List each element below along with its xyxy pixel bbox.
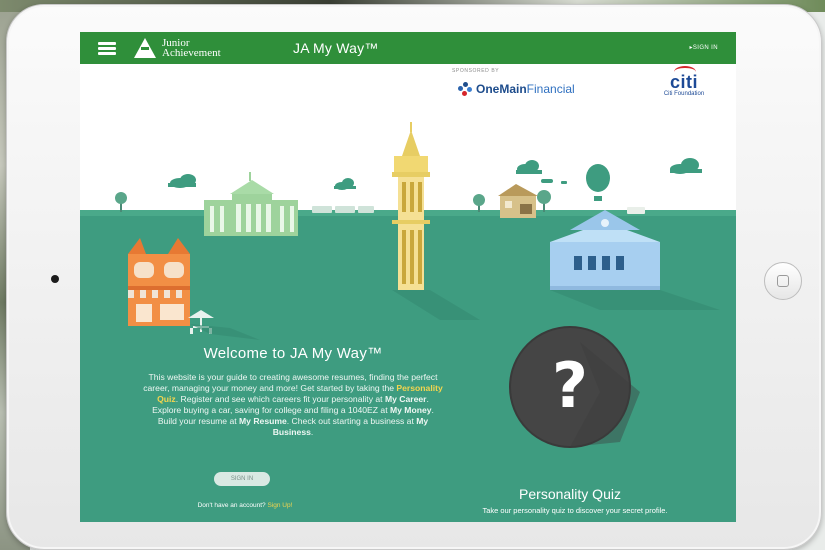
courthouse-building-icon	[204, 172, 298, 236]
town-illustration	[80, 122, 736, 522]
cloud-icon	[168, 174, 196, 188]
cloud-icon	[561, 181, 567, 184]
tree-icon	[115, 192, 127, 212]
my-resume-link[interactable]: My Resume	[239, 416, 287, 426]
cloud-icon	[670, 158, 702, 174]
top-navigation-bar: Junior Achievement JA My Way™ ▸SIGN IN	[80, 32, 736, 64]
tablet-screen: ? Junior Achievement JA My Way™ ▸SIGN IN…	[80, 32, 736, 522]
hamburger-menu-icon[interactable]	[98, 42, 116, 55]
tree-icon	[473, 194, 485, 212]
hot-air-balloon-icon	[586, 164, 610, 201]
app-title: JA My Way™	[293, 40, 379, 56]
my-career-link[interactable]: My Career	[385, 394, 427, 404]
citi-foundation-logo[interactable]: citi Citi Foundation	[649, 66, 719, 97]
welcome-description: This website is your guide to creating a…	[143, 372, 443, 437]
quiz-question-mark[interactable]: ?	[538, 354, 602, 418]
sign-up-prompt: Don't have an account? Sign Up!	[197, 502, 293, 509]
cloud-icon	[334, 178, 356, 190]
junior-achievement-logo[interactable]: Junior Achievement	[134, 36, 221, 60]
sponsored-by-label: SPONSORED BY	[452, 68, 500, 74]
onemain-financial-logo[interactable]: OneMain Financial	[458, 82, 575, 96]
train-icon	[312, 206, 374, 213]
onemain-logo-icon	[458, 82, 472, 96]
sign-up-link[interactable]: Sign Up!	[267, 502, 292, 509]
citi-arc-icon	[673, 66, 696, 78]
welcome-section: Welcome to JA My Way™ This website is yo…	[98, 345, 488, 438]
my-money-link[interactable]: My Money	[390, 405, 432, 415]
onemain-text: OneMain	[476, 82, 527, 96]
cloud-icon	[516, 160, 542, 174]
logo-text-line2: Achievement	[162, 47, 221, 59]
house-icon	[498, 184, 538, 218]
ja-logo-mark-icon	[134, 38, 156, 58]
home-square-icon	[777, 275, 789, 287]
home-button[interactable]	[764, 262, 802, 300]
tree-icon	[537, 190, 551, 212]
welcome-title: Welcome to JA My Way™	[203, 345, 383, 362]
financial-text: Financial	[526, 82, 575, 96]
camera-icon	[51, 275, 59, 283]
quiz-subtitle: Take our personality quiz to discover yo…	[482, 506, 668, 515]
header-sign-in-link[interactable]: ▸SIGN IN	[689, 44, 718, 51]
sign-in-button[interactable]: SIGN IN	[214, 472, 270, 486]
bus-icon	[627, 207, 645, 214]
cloud-icon	[541, 179, 553, 183]
quiz-title[interactable]: Personality Quiz	[490, 486, 650, 502]
